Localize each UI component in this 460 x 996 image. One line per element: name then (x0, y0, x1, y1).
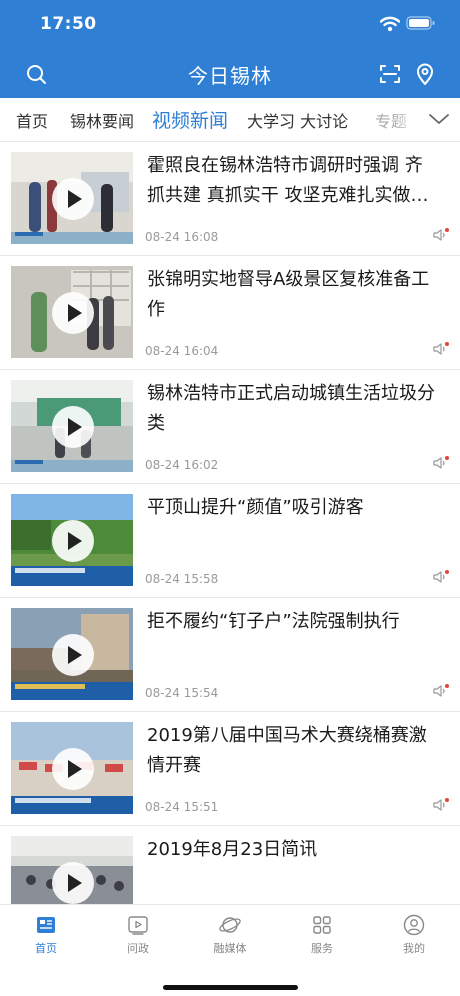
location-icon[interactable] (413, 62, 437, 86)
news-item[interactable]: 锡林浩特市正式启动城镇生活垃圾分类 08-24 16:02 (0, 370, 460, 484)
nav-services[interactable]: 服务 (276, 913, 368, 959)
video-thumbnail (11, 266, 133, 358)
news-title: 张锦明实地督导A级景区复核准备工作 (147, 269, 430, 320)
news-time: 08-24 16:02 (145, 458, 219, 472)
video-thumbnail (11, 608, 133, 700)
nav-label: 融媒体 (213, 942, 247, 955)
news-item[interactable]: 张锦明实地督导A级景区复核准备工作 08-24 16:04 (0, 256, 460, 370)
news-time: 08-24 15:51 (145, 800, 219, 814)
speaker-icon[interactable] (432, 455, 450, 471)
nav-profile[interactable]: 我的 (368, 913, 460, 959)
news-list: 霍照良在锡林浩特市调研时强调 齐抓共建 真抓实干 攻坚克难扎实做… 08-24 … (0, 142, 460, 904)
channel-tabs: 首页 锡林要闻 视频新闻 大学习 大讨论 专题 (0, 98, 460, 142)
nav-label: 服务 (311, 942, 333, 955)
nav-media[interactable]: 融媒体 (184, 913, 276, 959)
play-button[interactable] (52, 520, 94, 562)
news-time: 08-24 16:08 (145, 230, 219, 244)
news-time: 08-24 15:58 (145, 572, 219, 586)
video-thumbnail (11, 836, 133, 904)
status-time: 17:50 (40, 14, 97, 34)
app-header: 17:50 今日锡林 (0, 0, 460, 98)
speaker-icon[interactable] (432, 569, 450, 585)
speaker-icon[interactable] (432, 797, 450, 813)
news-item[interactable]: 拒不履约“钉子户”法院强制执行 08-24 15:54 (0, 598, 460, 712)
play-button[interactable] (52, 292, 94, 334)
nav-label: 首页 (35, 942, 57, 955)
video-thumbnail (11, 722, 133, 814)
news-time: 08-24 15:54 (145, 686, 219, 700)
video-play-icon (128, 916, 148, 935)
tab-video-news[interactable]: 视频新闻 (152, 106, 228, 133)
speaker-icon[interactable] (432, 227, 450, 243)
play-button[interactable] (52, 406, 94, 448)
nav-home[interactable]: 首页 (0, 913, 92, 959)
news-item[interactable]: 2019第八届中国马术大赛绕桶赛激情开赛 08-24 15:51 (0, 712, 460, 826)
grid-icon (313, 916, 331, 934)
planet-icon (219, 917, 241, 933)
news-title: 拒不履约“钉子户”法院强制执行 (147, 611, 400, 632)
scan-icon[interactable] (378, 62, 402, 86)
home-indicator (163, 985, 298, 990)
news-item[interactable]: 2019年8月23日简讯 (0, 826, 460, 904)
news-title: 2019第八届中国马术大赛绕桶赛激情开赛 (147, 725, 427, 776)
nav-wenzheng[interactable]: 问政 (92, 913, 184, 959)
news-list-icon (37, 917, 55, 933)
battery-icon (406, 16, 435, 30)
speaker-icon[interactable] (432, 683, 450, 699)
play-button[interactable] (52, 634, 94, 676)
play-button[interactable] (52, 748, 94, 790)
video-thumbnail (11, 380, 133, 472)
tabs-fade (394, 98, 420, 141)
news-title: 2019年8月23日简讯 (147, 839, 318, 860)
tab-home[interactable]: 首页 (16, 108, 48, 132)
status-bar: 17:50 (0, 0, 460, 50)
bottom-nav: 首页 问政 融媒体 服务 我的 (0, 904, 460, 996)
wifi-icon (380, 16, 400, 32)
video-thumbnail (11, 494, 133, 586)
news-title: 平顶山提升“颜值”吸引游客 (147, 497, 364, 518)
chevron-down-icon (429, 114, 449, 124)
nav-label: 问政 (127, 942, 149, 955)
tab-xilin-news[interactable]: 锡林要闻 (70, 108, 134, 132)
tab-study-discussion[interactable]: 大学习 大讨论 (247, 108, 348, 132)
speaker-icon[interactable] (432, 341, 450, 357)
news-item[interactable]: 平顶山提升“颜值”吸引游客 08-24 15:58 (0, 484, 460, 598)
news-title: 锡林浩特市正式启动城镇生活垃圾分类 (147, 383, 435, 434)
play-button[interactable] (52, 178, 94, 220)
news-item[interactable]: 霍照良在锡林浩特市调研时强调 齐抓共建 真抓实干 攻坚克难扎实做… 08-24 … (0, 142, 460, 256)
video-thumbnail (11, 152, 133, 244)
nav-label: 我的 (403, 942, 425, 955)
news-title: 霍照良在锡林浩特市调研时强调 齐抓共建 真抓实干 攻坚克难扎实做… (147, 155, 429, 206)
tabs-expand-button[interactable] (420, 98, 460, 141)
news-time: 08-24 16:04 (145, 344, 219, 358)
play-button[interactable] (52, 862, 94, 904)
user-icon (403, 914, 425, 936)
title-bar: 今日锡林 (0, 50, 460, 98)
